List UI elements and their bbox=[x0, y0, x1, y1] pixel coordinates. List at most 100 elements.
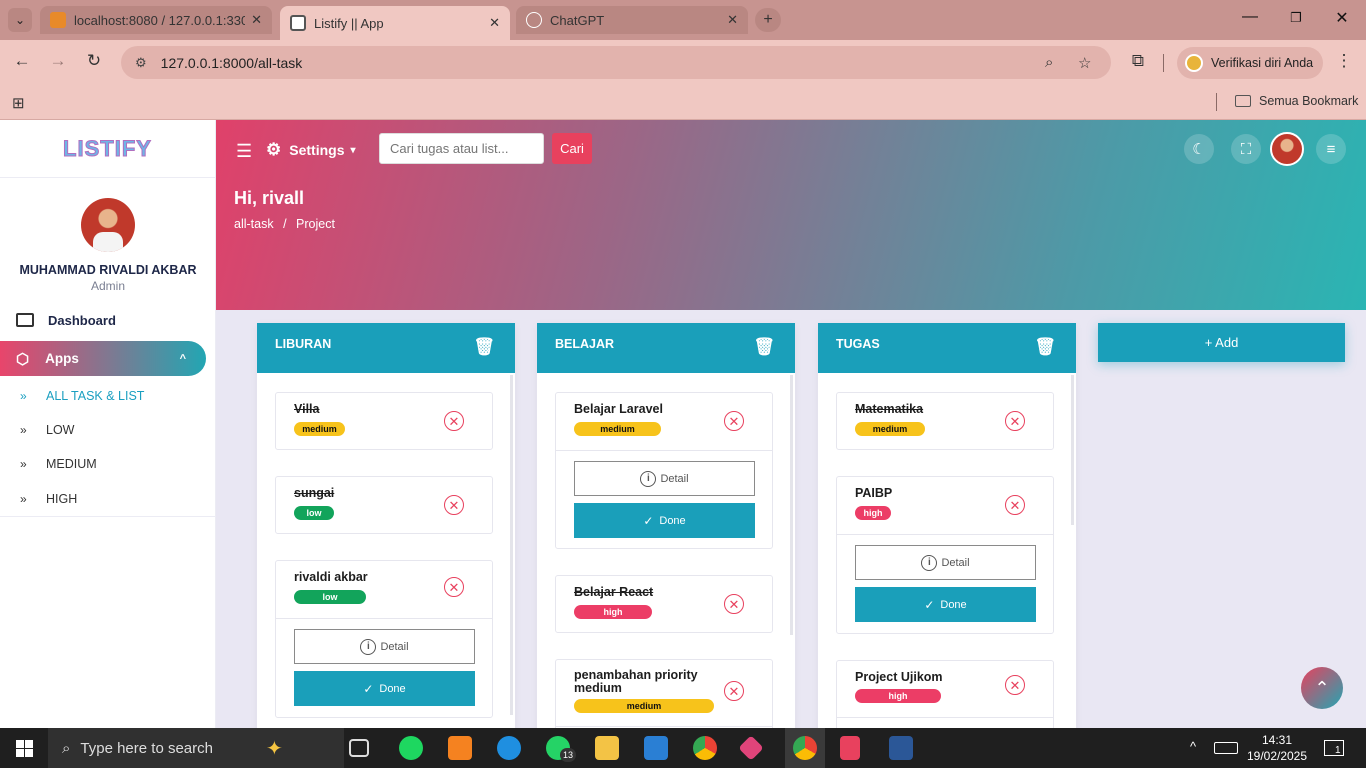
card-divider bbox=[556, 450, 772, 451]
git-icon[interactable] bbox=[738, 735, 764, 761]
figma-icon[interactable] bbox=[840, 736, 860, 760]
delete-task-icon[interactable]: ✕ bbox=[444, 495, 464, 515]
header-avatar[interactable] bbox=[1270, 132, 1304, 166]
done-button[interactable]: ✓ Done bbox=[294, 671, 475, 706]
task-list-column: BELAJAR 🗑 Belajar Laravel medium ✕ i Det… bbox=[537, 323, 795, 743]
tab-label: ChatGPT bbox=[550, 12, 605, 28]
detail-button[interactable]: i Detail bbox=[294, 629, 475, 664]
sidebar-divider bbox=[0, 516, 216, 517]
detail-button[interactable]: i Detail bbox=[855, 545, 1036, 580]
task-list-column: TUGAS 🗑 Matematika medium ✕ PAIBP high ✕… bbox=[818, 323, 1076, 743]
delete-task-icon[interactable]: ✕ bbox=[724, 594, 744, 614]
file-explorer-icon[interactable] bbox=[595, 736, 619, 760]
spotify-icon[interactable] bbox=[399, 736, 423, 760]
list-scrollbar[interactable] bbox=[790, 375, 793, 635]
apps-grid-icon[interactable]: ⊞ bbox=[12, 94, 25, 112]
browser-tab-phpmyadmin[interactable]: localhost:8080 / 127.0.0.1:3307 ✕ bbox=[40, 6, 272, 34]
listify-favicon-icon bbox=[290, 15, 306, 31]
windows-start-icon[interactable] bbox=[16, 740, 33, 757]
breadcrumb-item-all-task[interactable]: all-task bbox=[234, 217, 274, 231]
priority-badge: medium bbox=[574, 699, 714, 713]
taskbar-search[interactable]: ⌕ Type here to search ✦ bbox=[48, 728, 344, 768]
tab-search-button[interactable]: ⌄ bbox=[8, 8, 32, 32]
detail-label: Detail bbox=[380, 640, 409, 653]
notification-icon[interactable]: 1 bbox=[1324, 740, 1344, 756]
detail-button[interactable]: i Detail bbox=[574, 461, 755, 496]
settings-dropdown[interactable]: ⚙ Settings ▾ bbox=[266, 139, 356, 161]
tab-close-icon[interactable]: ✕ bbox=[489, 15, 500, 31]
new-tab-button[interactable]: + bbox=[755, 8, 781, 32]
url-text[interactable]: 127.0.0.1:8000/all-task bbox=[161, 55, 303, 71]
minimize-icon[interactable]: — bbox=[1230, 8, 1270, 26]
sidebar-subitem-all-task[interactable]: » ALL TASK & LIST bbox=[20, 386, 210, 406]
reload-icon[interactable]: ↻ bbox=[82, 51, 106, 71]
search-button[interactable]: Cari bbox=[552, 133, 592, 164]
xampp-icon[interactable] bbox=[448, 736, 472, 760]
dark-mode-icon[interactable]: ☾ bbox=[1184, 134, 1214, 164]
scroll-to-top-button[interactable]: ⌃ bbox=[1301, 667, 1343, 709]
word-icon[interactable] bbox=[889, 736, 913, 760]
profile-verify-chip[interactable]: Verifikasi diri Anda bbox=[1177, 47, 1323, 79]
sidebar-subitem-high[interactable]: » HIGH bbox=[20, 489, 210, 509]
done-button[interactable]: ✓ Done bbox=[574, 503, 755, 538]
restore-icon[interactable]: ❐ bbox=[1276, 10, 1316, 26]
tab-close-icon[interactable]: ✕ bbox=[727, 12, 738, 28]
page-header: ☰ ⚙ Settings ▾ Cari ☾ ⛶ ≡ Hi, rivall all… bbox=[216, 120, 1366, 310]
search-input[interactable] bbox=[379, 133, 544, 164]
tray-chevron-up-icon[interactable]: ^ bbox=[1190, 739, 1196, 754]
bookmark-star-icon[interactable]: ☆ bbox=[1078, 54, 1091, 72]
whatsapp-icon[interactable]: 13 bbox=[546, 736, 577, 762]
list-header: LIBURAN 🗑 bbox=[257, 323, 515, 373]
task-list-column: LIBURAN 🗑 Villa medium ✕ sungai low ✕ ri… bbox=[257, 323, 515, 743]
omnibox[interactable]: ⚙ 127.0.0.1:8000/all-task ⌕ ☆ bbox=[121, 46, 1111, 79]
tab-close-icon[interactable]: ✕ bbox=[251, 12, 262, 28]
delete-task-icon[interactable]: ✕ bbox=[444, 577, 464, 597]
list-scrollbar[interactable] bbox=[1071, 375, 1074, 525]
sidebar-subitem-low[interactable]: » LOW bbox=[20, 420, 210, 440]
site-info-icon[interactable]: ⚙ bbox=[135, 55, 147, 71]
edge-icon[interactable] bbox=[497, 736, 521, 760]
hamburger-menu-icon[interactable]: ≡ bbox=[1316, 134, 1346, 164]
delete-task-icon[interactable]: ✕ bbox=[724, 411, 744, 431]
sidebar-item-apps[interactable]: ⬡ Apps ^ bbox=[0, 341, 206, 376]
sidebar-item-dashboard[interactable]: Dashboard bbox=[16, 308, 206, 332]
task-card: Belajar Laravel medium ✕ i Detail ✓ Done bbox=[555, 392, 773, 549]
delete-task-icon[interactable]: ✕ bbox=[1005, 411, 1025, 431]
taskbar-clock[interactable]: 14:31 19/02/2025 bbox=[1244, 732, 1310, 764]
browser-tab-chatgpt[interactable]: ChatGPT ✕ bbox=[516, 6, 748, 34]
done-button[interactable]: ✓ Done bbox=[855, 587, 1036, 622]
add-list-button[interactable]: + Add bbox=[1098, 323, 1345, 362]
delete-task-icon[interactable]: ✕ bbox=[1005, 675, 1025, 695]
sidebar-item-label: Apps bbox=[45, 351, 79, 366]
avatar[interactable] bbox=[81, 198, 135, 252]
all-bookmarks-button[interactable]: Semua Bookmark bbox=[1235, 94, 1358, 108]
sidebar-subitem-medium[interactable]: » MEDIUM bbox=[20, 454, 210, 474]
trash-icon[interactable]: 🗑 bbox=[473, 337, 495, 357]
trash-icon[interactable]: 🗑 bbox=[1034, 337, 1056, 357]
delete-task-icon[interactable]: ✕ bbox=[724, 681, 744, 701]
sidebar-subitem-label: HIGH bbox=[46, 492, 78, 506]
browser-tab-listify[interactable]: Listify || App ✕ bbox=[280, 6, 510, 40]
sidebar-subitem-label: ALL TASK & LIST bbox=[46, 389, 145, 403]
delete-task-icon[interactable]: ✕ bbox=[1005, 495, 1025, 515]
browser-menu-icon[interactable]: ⋮ bbox=[1332, 51, 1356, 71]
delete-task-icon[interactable]: ✕ bbox=[444, 411, 464, 431]
whatsapp-badge: 13 bbox=[560, 748, 577, 762]
chrome-icon[interactable] bbox=[693, 736, 717, 760]
extensions-icon[interactable]: ⧉ bbox=[1126, 51, 1150, 71]
keyboard-icon[interactable] bbox=[1214, 742, 1238, 754]
menu-toggle-icon[interactable]: ☰ bbox=[236, 141, 252, 162]
close-window-icon[interactable]: ✕ bbox=[1322, 8, 1362, 28]
app-logo[interactable]: LISTIFY bbox=[0, 120, 215, 178]
forward-icon[interactable]: → bbox=[46, 51, 70, 71]
zoom-icon[interactable]: ⌕ bbox=[1045, 54, 1053, 71]
fullscreen-icon[interactable]: ⛶ bbox=[1231, 134, 1261, 164]
trash-icon[interactable]: 🗑 bbox=[753, 337, 775, 357]
info-icon: i bbox=[360, 638, 377, 655]
task-card: PAIBP high ✕ i Detail ✓ Done bbox=[836, 476, 1054, 634]
active-chrome-taskbar-slot[interactable] bbox=[785, 728, 825, 768]
task-view-icon[interactable] bbox=[349, 739, 369, 757]
back-icon[interactable]: ← bbox=[10, 51, 34, 71]
vscode-icon[interactable] bbox=[644, 736, 668, 760]
list-scrollbar[interactable] bbox=[510, 375, 513, 715]
